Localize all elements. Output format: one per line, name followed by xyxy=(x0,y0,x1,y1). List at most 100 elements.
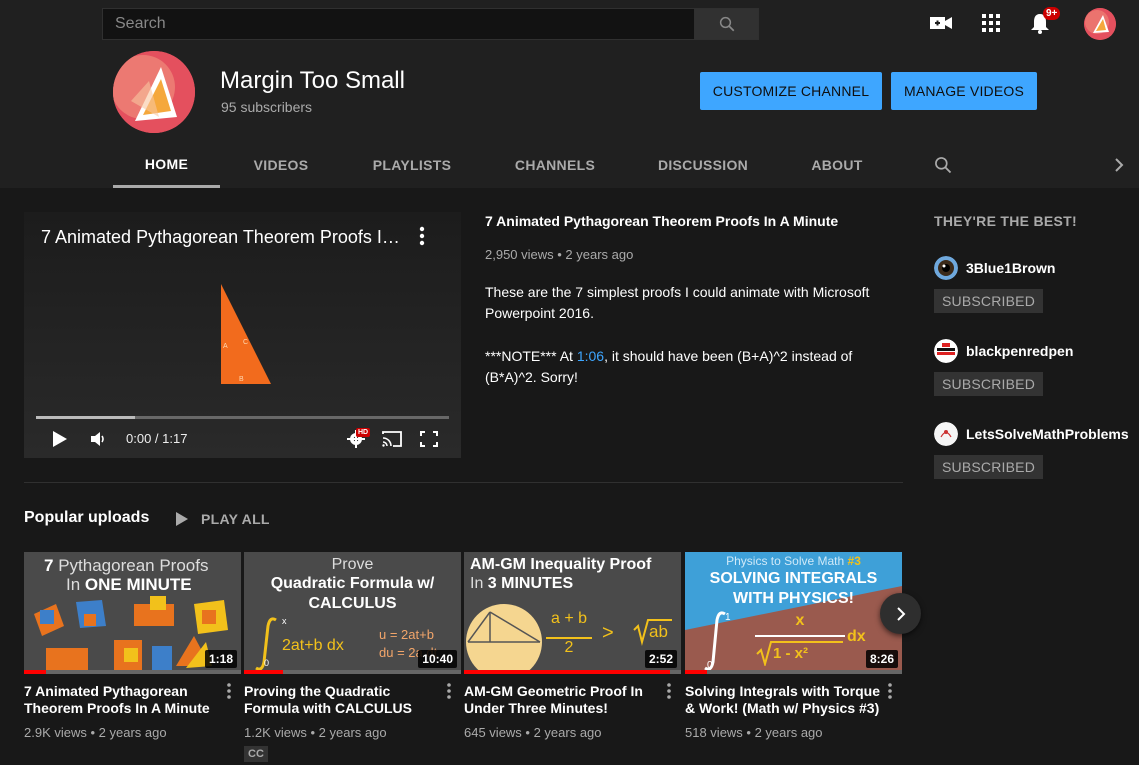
channel-name-link[interactable]: 3Blue1Brown xyxy=(966,260,1055,276)
thumbnail-integrand: 2at+b dx xyxy=(282,637,344,654)
description-note: ***NOTE*** At 1:06, it should have been … xyxy=(485,348,853,385)
subscribed-button[interactable]: SUBSCRIBED xyxy=(934,372,1044,396)
search-box[interactable] xyxy=(102,8,694,40)
thumbnail-numerator: a + b xyxy=(550,610,588,627)
video-card: AM-GM Inequality Proof In 3 MINUTES a + … xyxy=(464,552,681,765)
more-vertical-icon xyxy=(667,683,671,699)
tab-videos[interactable]: VIDEOS xyxy=(240,142,322,188)
video-camera-icon xyxy=(930,17,952,29)
featured-video-meta: 2,950 views • 2 years ago xyxy=(485,247,634,262)
apps-grid-icon xyxy=(982,14,1000,32)
settings-button[interactable]: HD xyxy=(345,428,371,450)
thumbnail-denominator: 2 xyxy=(564,639,574,656)
tab-discussion[interactable]: DISCUSSION xyxy=(648,142,758,188)
search-button[interactable] xyxy=(694,8,759,40)
triangle-graphic: A C B xyxy=(221,284,271,384)
video-title[interactable]: AM-GM Geometric Proof In Under Three Min… xyxy=(464,683,659,717)
thumbnail-headline: Prove xyxy=(331,556,374,573)
video-more-button[interactable] xyxy=(444,682,454,700)
player-buffered-bar xyxy=(36,416,136,419)
channel-avatar-3blue1brown[interactable] xyxy=(934,256,958,280)
video-more-button[interactable] xyxy=(224,682,234,700)
video-more-button[interactable] xyxy=(885,682,895,700)
video-card: Physics to Solve Math #3 SOLVING INTEGRA… xyxy=(685,552,902,765)
featured-channel: 3Blue1Brown SUBSCRIBED xyxy=(934,256,1134,316)
search-input[interactable] xyxy=(103,9,694,39)
player-more-button[interactable] xyxy=(414,224,430,248)
more-vertical-icon xyxy=(447,683,451,699)
video-meta: 645 views • 2 years ago xyxy=(464,725,602,740)
channel-avatar-blackpenredpen[interactable] xyxy=(934,339,958,363)
video-title[interactable]: Solving Integrals with Torque & Work! (M… xyxy=(685,683,880,717)
subscriber-count: 95 subscribers xyxy=(221,99,313,115)
video-thumbnail[interactable]: AM-GM Inequality Proof In 3 MINUTES a + … xyxy=(464,552,681,674)
featured-channel: LetsSolveMathProblems SUBSCRIBED xyxy=(934,422,1134,482)
channel-name-link[interactable]: LetsSolveMathProblems xyxy=(966,426,1129,442)
create-video-button[interactable] xyxy=(928,10,954,36)
play-all-button[interactable]: PLAY ALL xyxy=(176,509,270,529)
tab-home[interactable]: HOME xyxy=(113,142,220,188)
play-button[interactable] xyxy=(49,428,71,450)
fullscreen-button[interactable] xyxy=(418,428,440,450)
video-duration: 8:26 xyxy=(865,650,898,668)
notification-badge: 9+ xyxy=(1043,7,1061,20)
apps-button[interactable] xyxy=(978,10,1004,36)
video-duration: 2:52 xyxy=(644,650,677,668)
channel-avatar-letssolvemathproblems[interactable] xyxy=(934,422,958,446)
shelf-title[interactable]: Popular uploads xyxy=(24,509,149,527)
tab-playlists[interactable]: PLAYLISTS xyxy=(360,142,464,188)
thumbnail-root: ab xyxy=(649,622,668,641)
channel-name-link[interactable]: blackpenredpen xyxy=(966,343,1073,359)
video-title[interactable]: 7 Animated Pythagorean Theorem Proofs In… xyxy=(24,683,219,717)
cast-button[interactable] xyxy=(381,428,403,450)
video-thumbnail[interactable]: 7 Pythagorean Proofs In ONE MINUTE 1:18 xyxy=(24,552,241,674)
account-avatar[interactable] xyxy=(1084,8,1116,40)
watch-progress xyxy=(685,670,902,674)
integral-upper-limit: x xyxy=(282,616,287,626)
featured-video-title[interactable]: 7 Animated Pythagorean Theorem Proofs In… xyxy=(485,213,838,229)
more-vertical-icon xyxy=(419,226,425,246)
tab-about[interactable]: ABOUT xyxy=(800,142,874,188)
video-title[interactable]: Proving the Quadratic Formula with CALCU… xyxy=(244,683,439,717)
mute-button[interactable] xyxy=(88,428,110,450)
channel-tabs: HOME VIDEOS PLAYLISTS CHANNELS DISCUSSIO… xyxy=(0,142,1139,188)
thumbnail-subheadline: CALCULUS xyxy=(308,595,397,612)
tabs-scroll-right-button[interactable] xyxy=(1106,142,1132,188)
cast-icon xyxy=(382,431,402,447)
featured-channels-heading: THEY'RE THE BEST! xyxy=(934,213,1077,229)
subscribed-button[interactable]: SUBSCRIBED xyxy=(934,455,1044,479)
shelf-next-button[interactable] xyxy=(880,593,921,634)
featured-channel: blackpenredpen SUBSCRIBED xyxy=(934,339,1134,399)
player-progress-bar[interactable] xyxy=(36,416,449,419)
play-icon xyxy=(53,431,67,447)
thumbnail-headline: AM-GM Inequality Proof xyxy=(470,556,652,573)
video-thumbnail[interactable]: Prove Quadratic Formula w/ CALCULUS x 0 … xyxy=(244,552,461,674)
thumbnail-dx: dx xyxy=(847,628,866,645)
closed-captions-badge: CC xyxy=(244,746,268,762)
tab-channels[interactable]: CHANNELS xyxy=(505,142,605,188)
featured-video-player[interactable]: 7 Animated Pythagorean Theorem Proofs In… xyxy=(24,212,461,458)
chevron-right-icon xyxy=(896,606,905,621)
triangle-label-b: B xyxy=(239,376,244,383)
player-time: 0:00 / 1:17 xyxy=(126,431,188,446)
triangle-label-c: C xyxy=(243,339,248,346)
manage-videos-button[interactable]: MANAGE VIDEOS xyxy=(891,72,1037,110)
timestamp-link[interactable]: 1:06 xyxy=(577,348,604,364)
video-thumbnail[interactable]: Physics to Solve Math #3 SOLVING INTEGRA… xyxy=(685,552,902,674)
thumbnail-headline: SOLVING INTEGRALS xyxy=(709,570,878,587)
channel-avatar xyxy=(113,51,195,133)
watch-progress xyxy=(244,670,461,674)
subscribed-button[interactable]: SUBSCRIBED xyxy=(934,289,1044,313)
thumbnail-numerator: x xyxy=(795,612,805,629)
channel-search-button[interactable] xyxy=(928,142,958,188)
section-divider xyxy=(24,482,903,483)
triangle-label-a: A xyxy=(223,343,228,350)
thumbnail-subheadline: WITH PHYSICS! xyxy=(733,590,854,607)
top-bar: 9+ xyxy=(0,0,1139,47)
volume-icon xyxy=(91,432,104,446)
video-more-button[interactable] xyxy=(664,682,674,700)
customize-channel-button[interactable]: CUSTOMIZE CHANNEL xyxy=(700,72,882,110)
search-icon xyxy=(719,16,734,32)
video-meta: 518 views • 2 years ago xyxy=(685,725,823,740)
integral-upper-limit: 1 xyxy=(725,612,731,623)
